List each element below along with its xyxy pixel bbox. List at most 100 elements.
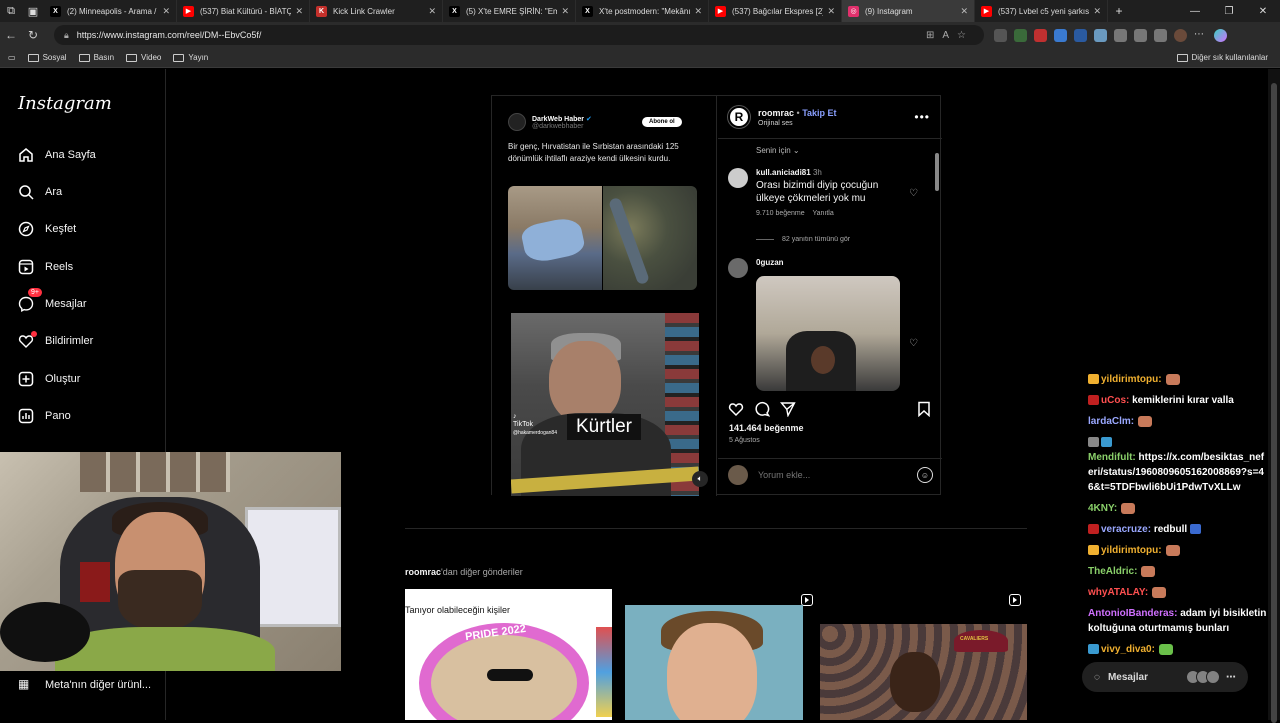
comment-username[interactable]: kull.aniciadi81 [756,168,811,177]
sidebar-item-dashboard[interactable]: Pano [18,408,71,424]
more-options-icon[interactable]: ⋯ [1194,29,1207,42]
back-icon[interactable]: ← [0,28,22,42]
extension-icon[interactable] [1014,28,1027,42]
browser-tab-4[interactable]: X(5) X'te EMRE ŞİRİN: "Emlak✕ [443,0,576,22]
comment-sort-dropdown[interactable]: Senin için ⌄ [756,146,800,155]
profile-avatar[interactable] [1174,28,1187,42]
divider [718,138,942,139]
restore-icon[interactable]: ❐ [1212,6,1246,17]
browser-tab-2[interactable]: ▶ (537) Biat Kültürü - BİATÇIL ✕ [177,0,310,22]
section-divider [405,528,1027,529]
more-post-thumbnail-2[interactable] [625,605,803,720]
close-tab-icon[interactable]: ✕ [295,6,303,17]
sidebar-item-meta-more[interactable]: ▦ Meta'nın diğer ürünl... [18,677,151,693]
close-tab-icon[interactable]: ✕ [694,6,702,17]
author-username[interactable]: roomrac [758,108,794,118]
extension-icon[interactable] [1074,28,1087,42]
bookmarks-menu-icon[interactable]: ▭ [8,53,16,62]
comment-gif[interactable] [756,276,900,391]
sidebar-item-explore[interactable]: Keşfet [18,221,76,237]
extension-icon[interactable] [994,28,1007,42]
folder-icon [173,53,185,62]
comment-like-heart-icon[interactable]: ♡ [909,188,921,200]
sidebar-item-notifications[interactable]: Bildirimler [18,331,93,349]
close-tab-icon[interactable]: ✕ [561,6,569,17]
extension-icon[interactable] [1094,28,1107,42]
emote-icon [1152,586,1167,598]
more-post-thumbnail-3[interactable]: CAVALIERS [820,624,1027,720]
sidebar-item-create[interactable]: Oluştur [18,371,80,387]
sidebar-item-messages[interactable]: 9+ Mesajlar [18,288,87,312]
bookmark-save-icon[interactable] [916,401,932,418]
comment-username[interactable]: 0guzan [756,258,784,267]
read-aloud-icon[interactable]: A [942,30,957,41]
sidebar-item-search[interactable]: Ara [18,184,62,200]
badge-icon [1088,395,1099,406]
original-audio-link[interactable]: Orijinal ses [758,120,837,127]
sidebar-item-reels[interactable]: Reels [18,259,73,275]
browser-tab-8[interactable]: ▶ (537) Lvbel c5 yeni şarkısını ✕ [975,0,1108,22]
extensions-puzzle-icon[interactable] [1114,28,1127,42]
browser-tab-3[interactable]: K Kick Link Crawler ✕ [310,0,443,22]
extension-icon[interactable] [1054,28,1067,42]
messages-floating-button[interactable]: ◌ Mesajlar ⋯ [1082,662,1248,692]
browser-tab-5[interactable]: X X'te postmodern: "Mekânın ✕ [576,0,709,22]
follow-button[interactable]: Takip Et [802,108,836,118]
close-tab-icon[interactable]: ✕ [1093,6,1101,17]
favorite-star-icon[interactable]: ☆ [957,30,974,41]
workspaces-icon[interactable]: ⧉ [0,0,22,22]
comment-avatar[interactable] [728,258,748,278]
scrollbar-thumb[interactable] [1271,83,1277,723]
address-bar[interactable]: 🔒︎ https://www.instagram.com/reel/DM--Eb… [54,25,984,45]
split-screen-icon[interactable] [1134,28,1147,42]
share-send-icon[interactable] [779,401,796,418]
close-tab-icon[interactable]: ✕ [960,6,968,17]
author-avatar[interactable]: R [728,106,750,128]
close-tab-icon[interactable]: ✕ [428,6,436,17]
extension-icon[interactable] [1034,28,1047,42]
comment-like-heart-icon[interactable]: ♡ [909,338,921,350]
new-tab-button[interactable]: + [1108,4,1130,18]
bookmark-folder-sosyal[interactable]: Sosyal [27,53,67,62]
copilot-icon[interactable] [1214,28,1227,42]
recent-conversation-avatars [1186,670,1220,684]
bookmark-folder-yayin[interactable]: Yayın [173,53,208,62]
sunglasses-shape [487,669,533,681]
reply-button[interactable]: Yanıtla [812,210,833,217]
comment-avatar[interactable] [728,168,748,188]
favorites-icon[interactable] [1154,28,1167,42]
like-heart-icon[interactable] [728,401,744,417]
page-scrollbar[interactable] [1268,69,1280,723]
instagram-logo[interactable]: Instagram [18,93,112,114]
close-tab-icon[interactable]: ✕ [827,6,835,17]
sidebar-item-home[interactable]: Ana Sayfa [18,147,96,163]
comment-bubble-icon[interactable] [754,401,771,417]
messages-badge: 9+ [28,288,42,297]
messenger-icon: 9+ [18,288,42,312]
comment-likes[interactable]: 9.710 beğenme [756,210,805,217]
close-tab-icon[interactable]: ✕ [162,6,170,17]
browser-tab-1[interactable]: X (2) Minneapolis - Arama / ✕ [44,0,177,22]
comments-scrollbar[interactable] [934,141,940,386]
emoji-icon[interactable]: ☺ [917,467,933,483]
more-posts-username[interactable]: roomrac [405,567,441,577]
more-options-icon[interactable]: ••• [914,110,930,124]
likes-count[interactable]: 141.464 beğenme [729,423,804,433]
comment-input[interactable] [758,470,898,480]
more-post-thumbnail-1[interactable]: Tanıyor olabileceğin kişiler PRIDE 2022 [405,589,612,720]
mute-toggle-button[interactable]: 🔈︎ [692,471,708,487]
close-window-icon[interactable]: ✕ [1246,6,1280,17]
other-bookmarks[interactable]: Diğer sık kullanılanlar [1176,53,1268,62]
bookmark-folder-basin[interactable]: Basın [78,53,114,62]
bookmark-folder-video[interactable]: Video [126,53,161,62]
app-available-icon[interactable]: ⊞ [926,30,942,41]
browser-tab-7-active[interactable]: ◎ (9) Instagram ✕ [842,0,975,22]
reel-media[interactable]: DarkWeb Haber ✔ @darkwebhaber Abone ol B… [492,96,717,496]
view-replies-link[interactable]: 82 yanıtın tümünü gör [756,236,850,243]
refresh-icon[interactable]: ↻ [22,28,44,42]
scrollbar-thumb[interactable] [935,153,939,191]
minimize-icon[interactable]: — [1178,6,1212,17]
browser-tab-6[interactable]: ▶ (537) Bağcılar Ekspres [2] (✕ [709,0,842,22]
lock-icon[interactable]: 🔒︎ [64,30,69,41]
tab-actions-icon[interactable]: ▣ [22,0,44,22]
